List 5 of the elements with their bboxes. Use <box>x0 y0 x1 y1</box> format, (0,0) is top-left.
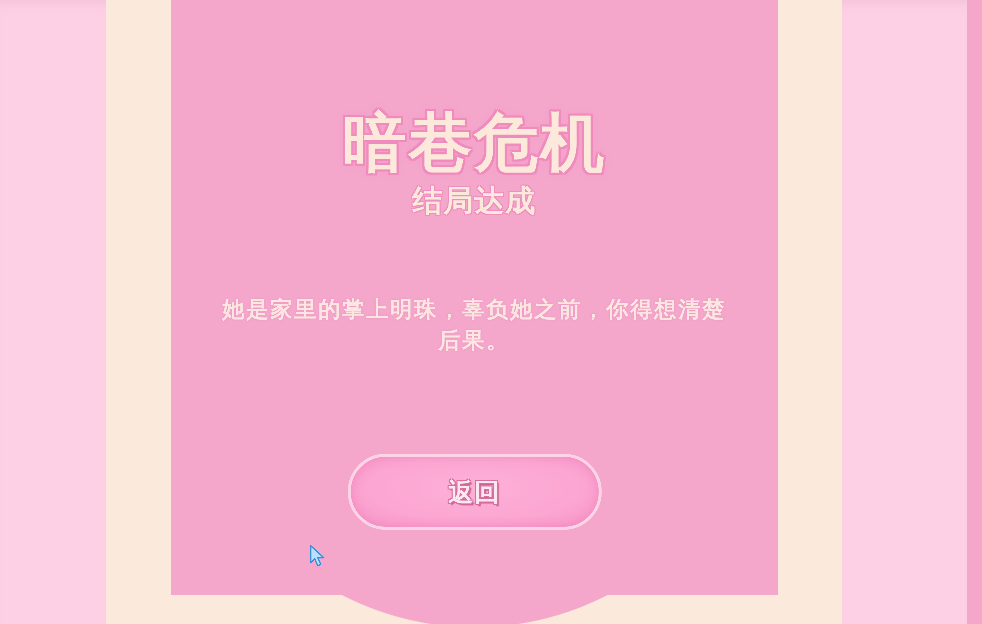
back-button[interactable]: 返回 <box>348 454 602 530</box>
game-title: 暗巷危机 <box>342 108 606 180</box>
cursor-icon <box>310 545 326 567</box>
ending-subtitle: 结局达成 <box>412 184 536 220</box>
ending-message: 她是家里的掌上明珠，辜负她之前，你得想清楚后果。 <box>221 296 728 356</box>
